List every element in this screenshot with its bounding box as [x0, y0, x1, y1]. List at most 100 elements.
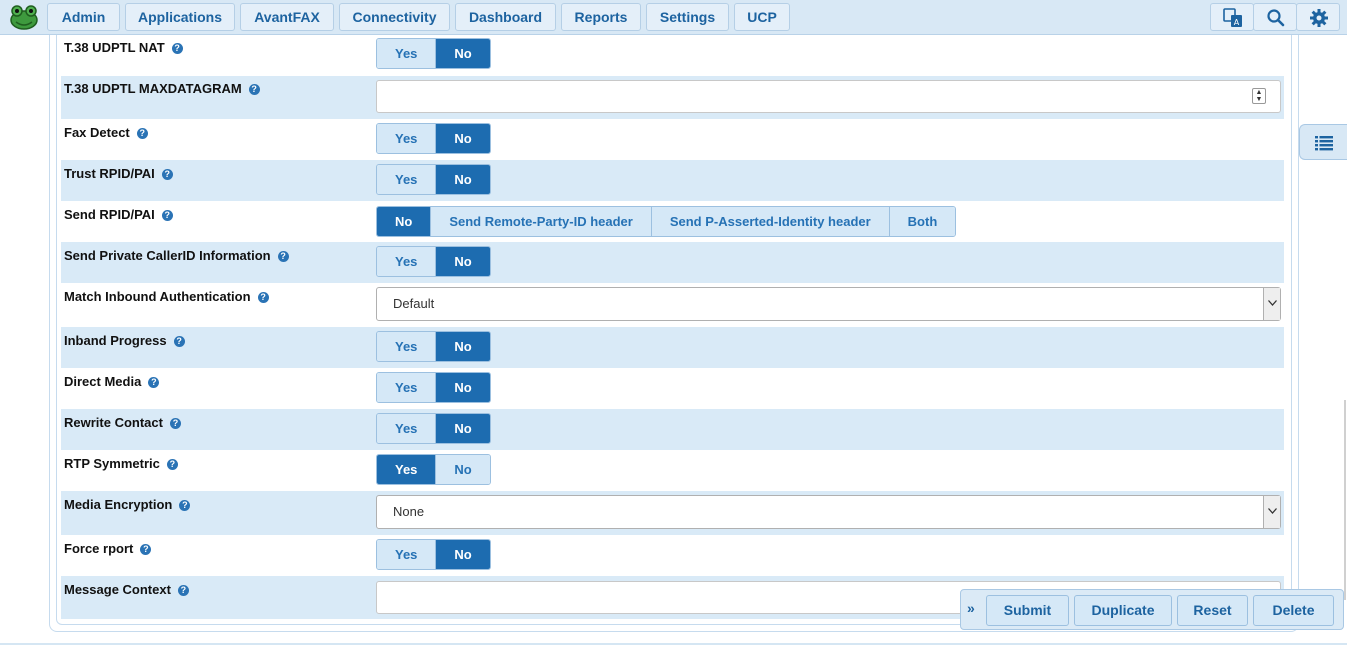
form-row-rtp-symmetric: RTP Symmetric? Yes No — [61, 450, 1284, 491]
help-icon[interactable]: ? — [171, 43, 183, 54]
language-icon[interactable]: A — [1210, 3, 1254, 31]
fax-detect-toggle: Yes No — [376, 123, 491, 154]
option-yes[interactable]: Yes — [377, 455, 436, 484]
help-icon[interactable]: ? — [179, 500, 191, 511]
form-row-rewrite-contact: Rewrite Contact? Yes No — [61, 409, 1284, 450]
field-label: Trust RPID/PAI — [64, 166, 155, 181]
option-no[interactable]: No — [435, 540, 490, 569]
rewrite-contact-toggle: Yes No — [376, 413, 491, 444]
gear-icon[interactable] — [1296, 3, 1340, 31]
option-yes[interactable]: Yes — [377, 39, 436, 68]
form-row-direct-media: Direct Media? Yes No — [61, 368, 1284, 409]
option-no[interactable]: No — [435, 124, 490, 153]
form-row-fax-detect: Fax Detect? Yes No — [61, 120, 1284, 160]
option-no[interactable]: No — [435, 455, 490, 484]
form-row-t38-udptl-nat: T.38 UDPTL NAT? Yes No — [61, 35, 1284, 75]
list-icon — [1315, 136, 1333, 151]
field-label: Send Private CallerID Information — [64, 248, 271, 263]
collapse-actions-icon[interactable]: » — [967, 600, 975, 616]
option-yes[interactable]: Yes — [377, 165, 436, 194]
duplicate-button[interactable]: Duplicate — [1074, 595, 1172, 626]
option-yes[interactable]: Yes — [377, 540, 436, 569]
direct-media-toggle: Yes No — [376, 372, 491, 403]
nav-admin[interactable]: Admin — [47, 3, 120, 31]
help-icon[interactable]: ? — [277, 251, 289, 262]
field-label: T.38 UDPTL NAT — [64, 40, 165, 55]
help-icon[interactable]: ? — [177, 585, 189, 596]
reset-button[interactable]: Reset — [1177, 595, 1248, 626]
form-row-send-rpid-pai: Send RPID/PAI? No Send Remote-Party-ID h… — [61, 201, 1284, 242]
help-icon[interactable]: ? — [136, 128, 148, 139]
help-icon[interactable]: ? — [140, 544, 152, 555]
help-icon[interactable]: ? — [166, 459, 178, 470]
page-scrollbar[interactable] — [1344, 400, 1346, 600]
delete-button[interactable]: Delete — [1253, 595, 1334, 626]
help-icon[interactable]: ? — [248, 84, 260, 95]
option-no[interactable]: No — [435, 165, 490, 194]
nav-avantfax[interactable]: AvantFAX — [240, 3, 334, 31]
search-icon[interactable] — [1253, 3, 1297, 31]
option-send-remote-party-id[interactable]: Send Remote-Party-ID header — [430, 207, 651, 236]
option-yes[interactable]: Yes — [377, 247, 436, 276]
help-icon[interactable]: ? — [161, 210, 173, 221]
list-view-button[interactable] — [1299, 124, 1347, 160]
help-icon[interactable]: ? — [173, 336, 185, 347]
option-no[interactable]: No — [435, 39, 490, 68]
field-label: T.38 UDPTL MAXDATAGRAM — [64, 81, 242, 96]
field-label: Inband Progress — [64, 333, 167, 348]
nav-dashboard[interactable]: Dashboard — [455, 3, 556, 31]
option-send-p-asserted-identity[interactable]: Send P-Asserted-Identity header — [650, 207, 889, 236]
form-row-inband-progress: Inband Progress? Yes No — [61, 327, 1284, 368]
frog-logo-icon[interactable] — [8, 3, 40, 31]
help-icon[interactable]: ? — [148, 377, 160, 388]
select-value: Default — [393, 296, 435, 311]
nav-applications[interactable]: Applications — [125, 3, 235, 31]
field-label: Rewrite Contact — [64, 415, 163, 430]
match-inbound-auth-select[interactable]: Default — [376, 287, 1281, 321]
chevron-down-icon — [1263, 496, 1280, 528]
field-label: Match Inbound Authentication — [64, 289, 251, 304]
option-no[interactable]: No — [377, 207, 431, 236]
form-row-match-inbound-auth: Match Inbound Authentication? Default — [61, 283, 1284, 327]
field-label: Direct Media — [64, 374, 142, 389]
field-label: Message Context — [64, 582, 171, 597]
help-icon[interactable]: ? — [169, 418, 181, 429]
rtp-symmetric-toggle: Yes No — [376, 454, 491, 485]
option-both[interactable]: Both — [888, 207, 956, 236]
svg-text:A: A — [1234, 18, 1240, 27]
field-label: Send RPID/PAI — [64, 207, 155, 222]
option-no[interactable]: No — [435, 332, 490, 361]
field-label: Fax Detect — [64, 125, 130, 140]
nav-ucp[interactable]: UCP — [734, 3, 790, 31]
select-value: None — [393, 504, 425, 519]
nav-settings[interactable]: Settings — [646, 3, 729, 31]
nav-connectivity[interactable]: Connectivity — [339, 3, 450, 31]
field-label: RTP Symmetric — [64, 456, 160, 471]
inband-progress-toggle: Yes No — [376, 331, 491, 362]
number-spinner-icon[interactable]: ▲ ▼ — [1252, 88, 1266, 104]
t38-udptl-nat-toggle: Yes No — [376, 38, 491, 69]
t38-udptl-maxdatagram-input[interactable] — [376, 80, 1281, 113]
form-row-media-encryption: Media Encryption? None — [61, 491, 1284, 535]
trust-rpid-pai-toggle: Yes No — [376, 164, 491, 195]
option-no[interactable]: No — [435, 247, 490, 276]
option-yes[interactable]: Yes — [377, 414, 436, 443]
form-row-trust-rpid-pai: Trust RPID/PAI? Yes No — [61, 160, 1284, 201]
footer-divider — [0, 643, 1347, 645]
form-row-send-private-callerid: Send Private CallerID Information? Yes N… — [61, 242, 1284, 283]
option-yes[interactable]: Yes — [377, 373, 436, 402]
media-encryption-select[interactable]: None — [376, 495, 1281, 529]
send-private-callerid-toggle: Yes No — [376, 246, 491, 277]
option-yes[interactable]: Yes — [377, 332, 436, 361]
top-navbar: Admin Applications AvantFAX Connectivity… — [0, 0, 1347, 35]
option-no[interactable]: No — [435, 373, 490, 402]
option-yes[interactable]: Yes — [377, 124, 436, 153]
nav-reports[interactable]: Reports — [561, 3, 641, 31]
form-row-t38-udptl-maxdatagram: T.38 UDPTL MAXDATAGRAM? ▲ ▼ — [61, 76, 1284, 119]
option-no[interactable]: No — [435, 414, 490, 443]
action-bar: » Submit Duplicate Reset Delete — [960, 589, 1344, 630]
force-rport-toggle: Yes No — [376, 539, 491, 570]
help-icon[interactable]: ? — [257, 292, 269, 303]
help-icon[interactable]: ? — [161, 169, 173, 180]
submit-button[interactable]: Submit — [986, 595, 1069, 626]
